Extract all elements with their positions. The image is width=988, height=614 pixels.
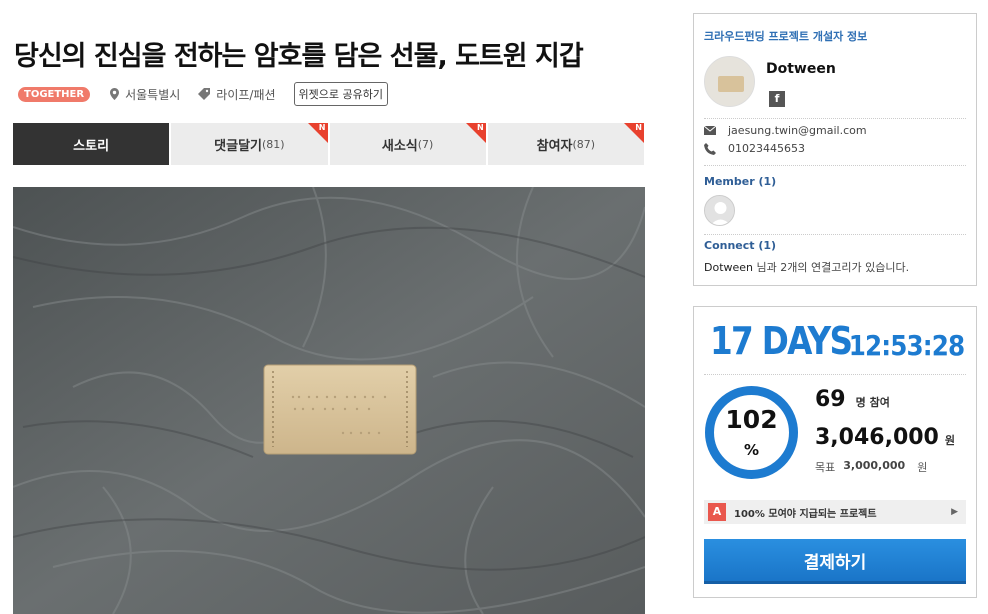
wallet-thumbnail-image bbox=[705, 57, 754, 106]
phone-row: 01023445653 bbox=[704, 142, 805, 155]
time-remaining: 12:53:28 bbox=[848, 329, 964, 362]
location-pin-icon bbox=[110, 88, 120, 100]
tab-label: 새소식 bbox=[381, 138, 418, 154]
tab-comments[interactable]: 댓글달기 (81) N bbox=[171, 123, 328, 165]
connect-description: Dotween 님과 2개의 연결고리가 있습니다. bbox=[704, 259, 909, 275]
days-remaining: 17 DAYS bbox=[710, 319, 853, 363]
funding-status-panel: 17 DAYS 12:53:28 102 % 69 명 참여 3,046,000… bbox=[693, 306, 977, 598]
project-tabs: 스토리 댓글달기 (81) N 새소식 (7) N 참여자 (87) N bbox=[13, 123, 644, 165]
tab-label: 스토리 bbox=[73, 138, 110, 154]
goal-number: 3,000,000 bbox=[843, 459, 906, 472]
member-label[interactable]: Member (1) bbox=[704, 175, 776, 188]
project-meta: TOGETHER 서울특별시 라이프/패션 위젯으로 공유하기 bbox=[18, 82, 389, 106]
tab-participants[interactable]: 참여자 (87) N bbox=[487, 123, 644, 165]
connect-name: Dotween bbox=[704, 261, 754, 274]
developer-heading: 크라우드펀딩 프로젝트 개설자 정보 bbox=[704, 30, 868, 43]
developer-avatar[interactable] bbox=[704, 56, 755, 107]
email-text: jaesung.twin@gmail.com bbox=[728, 124, 867, 137]
tab-news[interactable]: 새소식 (7) N bbox=[329, 123, 486, 165]
participants-number: 69 bbox=[815, 387, 846, 412]
divider bbox=[704, 234, 966, 235]
new-badge: N bbox=[318, 123, 326, 132]
category[interactable]: 라이프/패션 bbox=[198, 86, 276, 103]
together-badge: TOGETHER bbox=[18, 86, 91, 102]
chevron-right-icon: ▶ bbox=[951, 507, 958, 517]
project-title: 당신의 진심을 전하는 암호를 담은 선물, 도트윈 지갑 bbox=[14, 41, 584, 72]
wallet-photo-image bbox=[13, 187, 645, 614]
raised-unit: 원 bbox=[944, 434, 955, 447]
phone-text: 01023445653 bbox=[728, 142, 805, 155]
tab-label: 댓글달기 bbox=[214, 138, 262, 154]
percent-value: 102 bbox=[725, 405, 778, 434]
project-photo bbox=[13, 187, 645, 614]
mail-icon bbox=[704, 126, 716, 135]
amount-raised: 3,046,000 원 bbox=[815, 425, 955, 450]
email-row: jaesung.twin@gmail.com bbox=[704, 124, 867, 137]
connect-label[interactable]: Connect (1) bbox=[704, 239, 776, 252]
new-badge: N bbox=[477, 123, 484, 132]
participants-count: 69 명 참여 bbox=[815, 387, 890, 412]
divider bbox=[704, 118, 966, 119]
category-label: 라이프/패션 bbox=[216, 87, 276, 102]
tag-icon bbox=[198, 88, 211, 100]
developer-info-panel: 크라우드펀딩 프로젝트 개설자 정보 Dotween f jaesung.twi… bbox=[693, 13, 977, 286]
type-a-badge: A bbox=[708, 503, 726, 521]
all-or-nothing-notice[interactable]: A 100% 모여야 지급되는 프로젝트 ▶ bbox=[704, 500, 966, 524]
location-label: 서울특별시 bbox=[125, 87, 181, 102]
pay-button[interactable]: 결제하기 bbox=[704, 539, 966, 584]
tab-count: (81) bbox=[262, 137, 285, 151]
member-avatar[interactable] bbox=[704, 195, 735, 226]
facebook-icon[interactable]: f bbox=[769, 91, 785, 107]
notice-text: 100% 모여야 지급되는 프로젝트 bbox=[734, 508, 877, 520]
divider bbox=[704, 374, 966, 375]
tab-story[interactable]: 스토리 bbox=[13, 123, 170, 165]
percent-sign: % bbox=[743, 441, 760, 459]
goal-unit: 원 bbox=[917, 461, 928, 474]
tab-label: 참여자 bbox=[536, 138, 573, 154]
goal-label: 목표 bbox=[815, 461, 836, 474]
participants-unit: 명 참여 bbox=[855, 396, 890, 409]
tab-count: (87) bbox=[572, 137, 596, 151]
tab-count: (7) bbox=[417, 137, 434, 151]
location: 서울특별시 bbox=[110, 86, 180, 103]
raised-number: 3,046,000 bbox=[815, 425, 939, 450]
phone-icon bbox=[704, 142, 716, 155]
developer-name[interactable]: Dotween bbox=[766, 61, 836, 77]
share-widget-button[interactable]: 위젯으로 공유하기 bbox=[293, 82, 389, 106]
new-badge: N bbox=[635, 123, 642, 132]
divider bbox=[704, 165, 966, 166]
connect-sentence: 님과 2개의 연결고리가 있습니다. bbox=[753, 261, 910, 274]
default-user-icon bbox=[705, 196, 734, 225]
goal-amount: 목표 3,000,000 원 bbox=[815, 459, 935, 475]
